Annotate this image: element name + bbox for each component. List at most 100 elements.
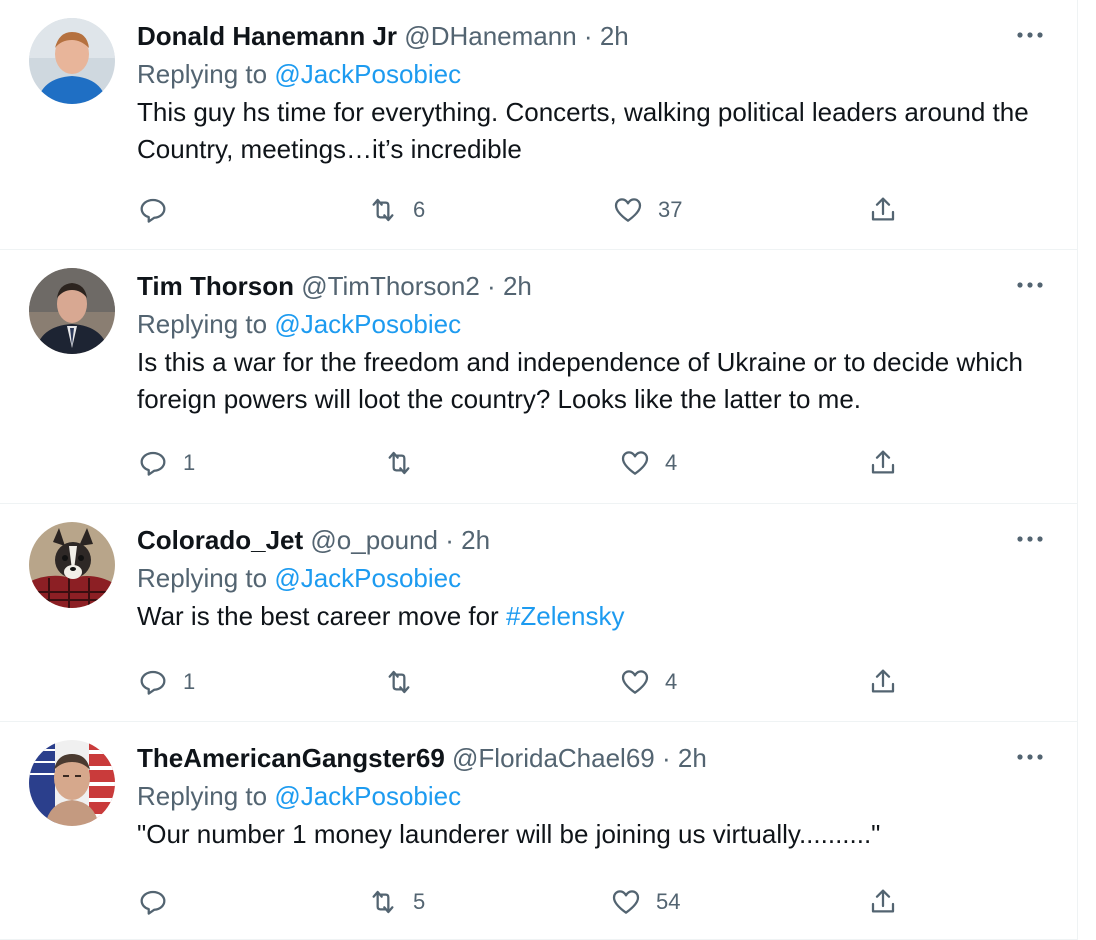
- user-handle[interactable]: @o_pound: [310, 525, 438, 555]
- replying-to-label: Replying to: [137, 781, 268, 811]
- replying-to-label: Replying to: [137, 563, 268, 593]
- tweet[interactable]: TheAmericanGangster69 @FloridaChael69 · …: [0, 722, 1077, 940]
- more-dots-icon: [1017, 32, 1043, 38]
- more-options-button[interactable]: [1015, 524, 1045, 554]
- tweet-header: Colorado_Jet @o_pound · 2h: [137, 522, 1049, 558]
- timestamp[interactable]: 2h: [600, 21, 629, 51]
- more-options-button[interactable]: [1015, 270, 1045, 300]
- replying-to: Replying to @JackPosobiec: [137, 558, 1049, 598]
- tweet-actions: 6 37: [137, 190, 1049, 230]
- heart-icon: [621, 451, 649, 475]
- like-count: 37: [658, 197, 683, 222]
- timestamp[interactable]: 2h: [678, 743, 707, 773]
- retweet-count: 6: [413, 197, 426, 222]
- reply-count: 1: [183, 450, 196, 475]
- avatar-image: [29, 740, 115, 826]
- reply-icon: [140, 670, 166, 695]
- mention-link[interactable]: @JackPosobiec: [274, 563, 461, 593]
- timestamp[interactable]: 2h: [503, 271, 532, 301]
- mention-link[interactable]: @JackPosobiec: [274, 781, 461, 811]
- separator-dot: ·: [445, 525, 454, 555]
- hashtag-link[interactable]: #Zelensky: [506, 601, 625, 631]
- user-handle[interactable]: @TimThorson2: [301, 271, 480, 301]
- more-options-button[interactable]: [1015, 20, 1045, 50]
- replying-to: Replying to @JackPosobiec: [137, 304, 1049, 344]
- reply-button[interactable]: [137, 190, 183, 230]
- retweet-button[interactable]: 6: [367, 190, 425, 230]
- share-button[interactable]: [867, 882, 899, 922]
- avatar[interactable]: [29, 268, 115, 354]
- more-dots-icon: [1017, 754, 1043, 760]
- retweet-button[interactable]: [383, 443, 429, 483]
- mention-link[interactable]: @JackPosobiec: [274, 309, 461, 339]
- avatar-image: [29, 522, 115, 608]
- tweet-body: Tim Thorson @TimThorson2 · 2h Replying t…: [137, 268, 1049, 418]
- tweet-text: "Our number 1 money launderer will be jo…: [137, 819, 881, 849]
- retweet-icon: [372, 890, 394, 914]
- reply-button[interactable]: 1: [137, 443, 195, 483]
- user-handle[interactable]: @DHanemann: [404, 21, 576, 51]
- heart-icon: [612, 890, 640, 914]
- mention-link[interactable]: @JackPosobiec: [274, 59, 461, 89]
- share-icon: [871, 889, 895, 913]
- like-count: 4: [665, 669, 678, 694]
- reply-count: 1: [183, 669, 196, 694]
- tweet-text: This guy hs time for everything. Concert…: [137, 97, 1029, 164]
- share-button[interactable]: [867, 443, 899, 483]
- tweet[interactable]: Colorado_Jet @o_pound · 2h Replying to @…: [0, 504, 1077, 722]
- display-name[interactable]: TheAmericanGangster69: [137, 743, 445, 773]
- retweet-icon: [372, 198, 394, 222]
- tweet-body: Donald Hanemann Jr @DHanemann · 2h Reply…: [137, 18, 1049, 168]
- retweet-button[interactable]: 5: [367, 882, 425, 922]
- retweet-icon: [388, 670, 410, 694]
- share-button[interactable]: [867, 190, 899, 230]
- more-dots-icon: [1017, 536, 1043, 542]
- replying-to-label: Replying to: [137, 309, 268, 339]
- display-name[interactable]: Colorado_Jet: [137, 525, 303, 555]
- like-button[interactable]: 54: [610, 882, 680, 922]
- share-icon: [871, 450, 895, 474]
- like-count: 4: [665, 450, 678, 475]
- separator-dot: ·: [487, 271, 496, 301]
- share-icon: [871, 669, 895, 693]
- retweet-button[interactable]: [383, 662, 429, 702]
- like-button[interactable]: 37: [612, 190, 682, 230]
- tweet-header: Donald Hanemann Jr @DHanemann · 2h: [137, 18, 1049, 54]
- reply-button[interactable]: 1: [137, 662, 195, 702]
- display-name[interactable]: Tim Thorson: [137, 271, 294, 301]
- heart-icon: [621, 670, 649, 694]
- tweet-header: Tim Thorson @TimThorson2 · 2h: [137, 268, 1049, 304]
- avatar[interactable]: [29, 522, 115, 608]
- reply-feed: Donald Hanemann Jr @DHanemann · 2h Reply…: [0, 0, 1078, 940]
- display-name[interactable]: Donald Hanemann Jr: [137, 21, 397, 51]
- more-dots-icon: [1017, 282, 1043, 288]
- retweet-count: 5: [413, 889, 426, 914]
- tweet[interactable]: Tim Thorson @TimThorson2 · 2h Replying t…: [0, 250, 1077, 504]
- replying-to: Replying to @JackPosobiec: [137, 54, 1049, 94]
- tweet-actions: 1 4: [137, 443, 1049, 483]
- tweet-text: Is this a war for the freedom and indepe…: [137, 347, 1023, 414]
- share-icon: [871, 197, 895, 221]
- like-button[interactable]: 4: [619, 443, 677, 483]
- tweet-actions: 5 54: [137, 882, 1049, 922]
- heart-icon: [614, 198, 642, 222]
- tweet-text: War is the best career move for #Zelensk…: [137, 598, 1037, 635]
- more-options-button[interactable]: [1015, 742, 1045, 772]
- replying-to: Replying to @JackPosobiec: [137, 776, 1049, 816]
- avatar-image: [29, 268, 115, 354]
- tweet-header: TheAmericanGangster69 @FloridaChael69 · …: [137, 740, 1049, 776]
- reply-button[interactable]: [137, 882, 183, 922]
- replying-to-label: Replying to: [137, 59, 268, 89]
- like-count: 54: [656, 889, 681, 914]
- avatar[interactable]: [29, 740, 115, 826]
- avatar[interactable]: [29, 18, 115, 104]
- reply-icon: [140, 890, 166, 915]
- timestamp[interactable]: 2h: [461, 525, 490, 555]
- tweet-text-content: War is the best career move for: [137, 601, 506, 631]
- tweet-body: Colorado_Jet @o_pound · 2h Replying to @…: [137, 522, 1049, 635]
- share-button[interactable]: [867, 662, 899, 702]
- user-handle[interactable]: @FloridaChael69: [452, 743, 655, 773]
- retweet-icon: [388, 451, 410, 475]
- like-button[interactable]: 4: [619, 662, 677, 702]
- tweet[interactable]: Donald Hanemann Jr @DHanemann · 2h Reply…: [0, 0, 1077, 250]
